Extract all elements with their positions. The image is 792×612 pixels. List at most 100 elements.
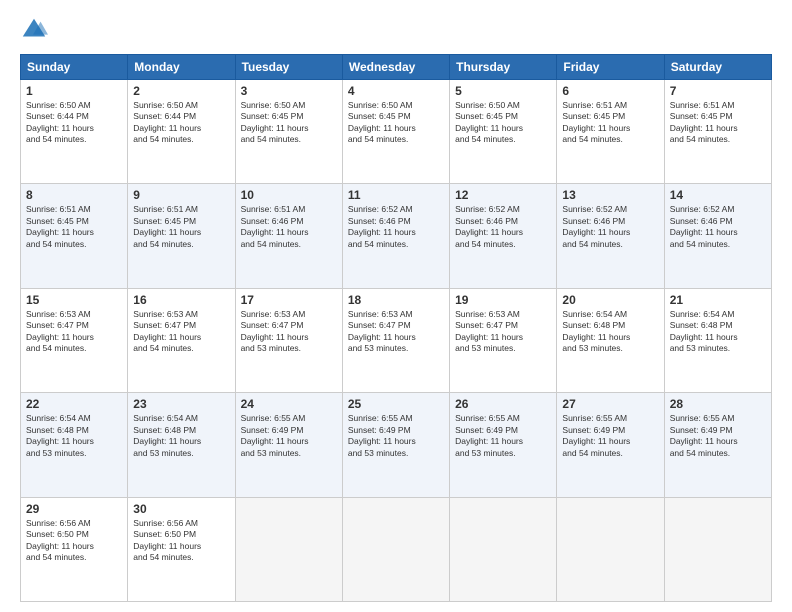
day-number: 26 xyxy=(455,397,551,411)
col-header-tuesday: Tuesday xyxy=(235,55,342,80)
day-info: Sunrise: 6:53 AM Sunset: 6:47 PM Dayligh… xyxy=(348,309,444,355)
calendar-cell: 24 Sunrise: 6:55 AM Sunset: 6:49 PM Dayl… xyxy=(235,393,342,497)
calendar-cell: 2 Sunrise: 6:50 AM Sunset: 6:44 PM Dayli… xyxy=(128,80,235,184)
calendar-cell: 6 Sunrise: 6:51 AM Sunset: 6:45 PM Dayli… xyxy=(557,80,664,184)
col-header-wednesday: Wednesday xyxy=(342,55,449,80)
calendar-cell: 14 Sunrise: 6:52 AM Sunset: 6:46 PM Dayl… xyxy=(664,184,771,288)
calendar-table: SundayMondayTuesdayWednesdayThursdayFrid… xyxy=(20,54,772,602)
col-header-saturday: Saturday xyxy=(664,55,771,80)
calendar-cell xyxy=(664,497,771,601)
day-info: Sunrise: 6:52 AM Sunset: 6:46 PM Dayligh… xyxy=(562,204,658,250)
calendar-cell: 18 Sunrise: 6:53 AM Sunset: 6:47 PM Dayl… xyxy=(342,288,449,392)
calendar-cell: 10 Sunrise: 6:51 AM Sunset: 6:46 PM Dayl… xyxy=(235,184,342,288)
day-info: Sunrise: 6:54 AM Sunset: 6:48 PM Dayligh… xyxy=(26,413,122,459)
day-info: Sunrise: 6:52 AM Sunset: 6:46 PM Dayligh… xyxy=(348,204,444,250)
logo-icon xyxy=(20,16,48,44)
day-number: 11 xyxy=(348,188,444,202)
day-info: Sunrise: 6:52 AM Sunset: 6:46 PM Dayligh… xyxy=(670,204,766,250)
calendar-cell xyxy=(235,497,342,601)
day-info: Sunrise: 6:55 AM Sunset: 6:49 PM Dayligh… xyxy=(670,413,766,459)
day-number: 14 xyxy=(670,188,766,202)
day-number: 25 xyxy=(348,397,444,411)
calendar-cell xyxy=(557,497,664,601)
day-number: 1 xyxy=(26,84,122,98)
day-number: 12 xyxy=(455,188,551,202)
day-info: Sunrise: 6:53 AM Sunset: 6:47 PM Dayligh… xyxy=(455,309,551,355)
day-info: Sunrise: 6:50 AM Sunset: 6:45 PM Dayligh… xyxy=(455,100,551,146)
day-info: Sunrise: 6:54 AM Sunset: 6:48 PM Dayligh… xyxy=(562,309,658,355)
calendar-cell: 15 Sunrise: 6:53 AM Sunset: 6:47 PM Dayl… xyxy=(21,288,128,392)
day-number: 8 xyxy=(26,188,122,202)
day-number: 19 xyxy=(455,293,551,307)
day-number: 30 xyxy=(133,502,229,516)
calendar-cell: 7 Sunrise: 6:51 AM Sunset: 6:45 PM Dayli… xyxy=(664,80,771,184)
day-number: 28 xyxy=(670,397,766,411)
day-info: Sunrise: 6:50 AM Sunset: 6:44 PM Dayligh… xyxy=(26,100,122,146)
calendar-cell: 9 Sunrise: 6:51 AM Sunset: 6:45 PM Dayli… xyxy=(128,184,235,288)
day-number: 10 xyxy=(241,188,337,202)
day-info: Sunrise: 6:51 AM Sunset: 6:45 PM Dayligh… xyxy=(133,204,229,250)
calendar-cell: 29 Sunrise: 6:56 AM Sunset: 6:50 PM Dayl… xyxy=(21,497,128,601)
calendar-cell: 13 Sunrise: 6:52 AM Sunset: 6:46 PM Dayl… xyxy=(557,184,664,288)
calendar-cell: 23 Sunrise: 6:54 AM Sunset: 6:48 PM Dayl… xyxy=(128,393,235,497)
day-info: Sunrise: 6:55 AM Sunset: 6:49 PM Dayligh… xyxy=(348,413,444,459)
day-info: Sunrise: 6:56 AM Sunset: 6:50 PM Dayligh… xyxy=(133,518,229,564)
day-info: Sunrise: 6:55 AM Sunset: 6:49 PM Dayligh… xyxy=(562,413,658,459)
day-number: 13 xyxy=(562,188,658,202)
day-info: Sunrise: 6:50 AM Sunset: 6:45 PM Dayligh… xyxy=(348,100,444,146)
calendar-cell xyxy=(450,497,557,601)
day-number: 3 xyxy=(241,84,337,98)
day-info: Sunrise: 6:54 AM Sunset: 6:48 PM Dayligh… xyxy=(133,413,229,459)
calendar-cell: 20 Sunrise: 6:54 AM Sunset: 6:48 PM Dayl… xyxy=(557,288,664,392)
day-number: 21 xyxy=(670,293,766,307)
day-number: 27 xyxy=(562,397,658,411)
calendar-cell: 25 Sunrise: 6:55 AM Sunset: 6:49 PM Dayl… xyxy=(342,393,449,497)
header xyxy=(20,16,772,44)
calendar-cell: 4 Sunrise: 6:50 AM Sunset: 6:45 PM Dayli… xyxy=(342,80,449,184)
col-header-thursday: Thursday xyxy=(450,55,557,80)
calendar-cell xyxy=(342,497,449,601)
calendar-cell: 12 Sunrise: 6:52 AM Sunset: 6:46 PM Dayl… xyxy=(450,184,557,288)
col-header-friday: Friday xyxy=(557,55,664,80)
calendar-cell: 11 Sunrise: 6:52 AM Sunset: 6:46 PM Dayl… xyxy=(342,184,449,288)
logo xyxy=(20,16,52,44)
day-number: 4 xyxy=(348,84,444,98)
calendar-cell: 5 Sunrise: 6:50 AM Sunset: 6:45 PM Dayli… xyxy=(450,80,557,184)
calendar-cell: 28 Sunrise: 6:55 AM Sunset: 6:49 PM Dayl… xyxy=(664,393,771,497)
day-number: 20 xyxy=(562,293,658,307)
calendar-cell: 8 Sunrise: 6:51 AM Sunset: 6:45 PM Dayli… xyxy=(21,184,128,288)
calendar-cell: 16 Sunrise: 6:53 AM Sunset: 6:47 PM Dayl… xyxy=(128,288,235,392)
calendar-cell: 30 Sunrise: 6:56 AM Sunset: 6:50 PM Dayl… xyxy=(128,497,235,601)
day-number: 23 xyxy=(133,397,229,411)
day-info: Sunrise: 6:53 AM Sunset: 6:47 PM Dayligh… xyxy=(26,309,122,355)
day-number: 15 xyxy=(26,293,122,307)
day-info: Sunrise: 6:51 AM Sunset: 6:45 PM Dayligh… xyxy=(26,204,122,250)
calendar-cell: 22 Sunrise: 6:54 AM Sunset: 6:48 PM Dayl… xyxy=(21,393,128,497)
day-info: Sunrise: 6:55 AM Sunset: 6:49 PM Dayligh… xyxy=(241,413,337,459)
day-info: Sunrise: 6:53 AM Sunset: 6:47 PM Dayligh… xyxy=(133,309,229,355)
day-number: 7 xyxy=(670,84,766,98)
day-info: Sunrise: 6:53 AM Sunset: 6:47 PM Dayligh… xyxy=(241,309,337,355)
day-info: Sunrise: 6:56 AM Sunset: 6:50 PM Dayligh… xyxy=(26,518,122,564)
day-info: Sunrise: 6:51 AM Sunset: 6:45 PM Dayligh… xyxy=(562,100,658,146)
day-info: Sunrise: 6:51 AM Sunset: 6:46 PM Dayligh… xyxy=(241,204,337,250)
day-info: Sunrise: 6:50 AM Sunset: 6:44 PM Dayligh… xyxy=(133,100,229,146)
calendar-cell: 19 Sunrise: 6:53 AM Sunset: 6:47 PM Dayl… xyxy=(450,288,557,392)
day-info: Sunrise: 6:51 AM Sunset: 6:45 PM Dayligh… xyxy=(670,100,766,146)
day-info: Sunrise: 6:54 AM Sunset: 6:48 PM Dayligh… xyxy=(670,309,766,355)
col-header-monday: Monday xyxy=(128,55,235,80)
day-info: Sunrise: 6:50 AM Sunset: 6:45 PM Dayligh… xyxy=(241,100,337,146)
day-number: 9 xyxy=(133,188,229,202)
calendar-cell: 26 Sunrise: 6:55 AM Sunset: 6:49 PM Dayl… xyxy=(450,393,557,497)
day-number: 6 xyxy=(562,84,658,98)
day-number: 18 xyxy=(348,293,444,307)
day-number: 29 xyxy=(26,502,122,516)
calendar-cell: 1 Sunrise: 6:50 AM Sunset: 6:44 PM Dayli… xyxy=(21,80,128,184)
day-number: 16 xyxy=(133,293,229,307)
day-info: Sunrise: 6:55 AM Sunset: 6:49 PM Dayligh… xyxy=(455,413,551,459)
day-number: 2 xyxy=(133,84,229,98)
day-number: 5 xyxy=(455,84,551,98)
day-number: 17 xyxy=(241,293,337,307)
day-number: 22 xyxy=(26,397,122,411)
calendar-cell: 17 Sunrise: 6:53 AM Sunset: 6:47 PM Dayl… xyxy=(235,288,342,392)
